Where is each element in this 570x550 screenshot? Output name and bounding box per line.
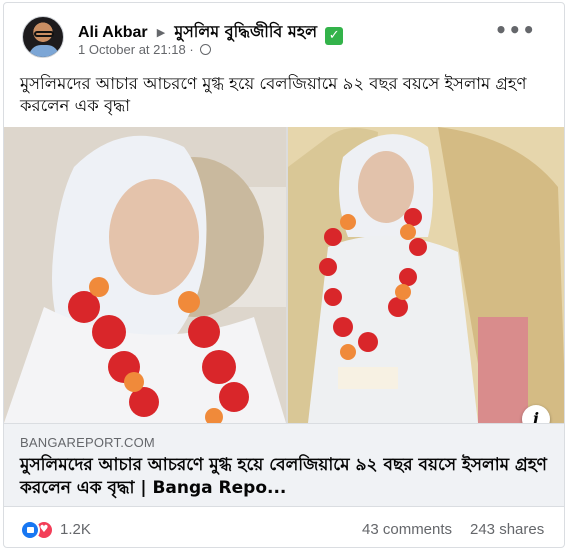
post-caption: মুসলিমদের আচার আচরণে মুগ্ধ হয়ে বেলজিয়া…: [20, 74, 527, 115]
avatar-glasses: [34, 31, 54, 37]
post-card: Ali Akbar ▶ মুসলিম বুদ্ধিজীবি মহল ✓ 1 Oc…: [3, 2, 565, 548]
author-name[interactable]: Ali Akbar: [78, 24, 148, 41]
post-meta: 1 October at 21:18 ·: [78, 42, 212, 57]
post-image[interactable]: i: [4, 127, 564, 423]
photo-right-panel: [288, 127, 564, 423]
photo-left-panel: [4, 127, 286, 423]
post-header: Ali Akbar ▶ মুসলিম বুদ্ধিজীবি মহল ✓ 1 Oc…: [4, 3, 564, 69]
reaction-count[interactable]: 1.2K: [60, 521, 91, 538]
link-preview[interactable]: BANGAREPORT.COM মুসলিমদের আচার আচরণে মুগ…: [4, 423, 564, 507]
photo-left-drawing: [4, 127, 286, 423]
link-title[interactable]: মুসলিমদের আচার আচরণে মুগ্ধ হয়ে বেলজিয়া…: [20, 454, 550, 500]
post-timestamp[interactable]: 1 October at 21:18: [78, 42, 186, 57]
author-avatar[interactable]: [22, 16, 64, 58]
group-name[interactable]: মুসলিম বুদ্ধিজীবি মহল: [174, 22, 317, 41]
avatar-shirt: [29, 45, 59, 57]
link-domain: BANGAREPORT.COM: [20, 435, 155, 450]
photo-right-drawing: [288, 127, 564, 423]
meta-separator: ·: [189, 42, 194, 57]
more-options-icon[interactable]: •••: [495, 20, 536, 40]
globe-icon: [200, 44, 212, 55]
shares-count[interactable]: 243 shares: [470, 521, 544, 538]
verified-check-icon: ✓: [325, 27, 344, 45]
arrow-right-icon: ▶: [156, 26, 166, 39]
engagement-bar: ♥ 1.2K 43 comments 243 shares: [4, 509, 564, 547]
like-icon: [20, 520, 40, 540]
comments-count[interactable]: 43 comments: [362, 521, 452, 538]
